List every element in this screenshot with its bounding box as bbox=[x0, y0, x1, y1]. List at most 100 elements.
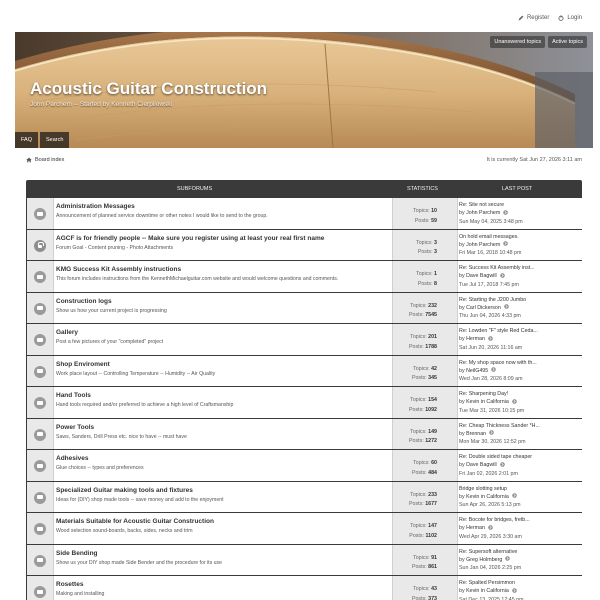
topics-count: 91 bbox=[431, 554, 437, 561]
forum-title-link[interactable]: Specialized Guitar making tools and fixt… bbox=[56, 487, 391, 494]
last-post-title-link[interactable]: Re: Bocote for bridges, fretb... bbox=[459, 516, 582, 524]
last-post-user-link[interactable]: Herman bbox=[466, 336, 485, 342]
forum-icon-cell bbox=[27, 198, 54, 229]
last-post-title-link[interactable]: Re: Double sided tape cheaper bbox=[459, 453, 582, 461]
forum-title-link[interactable]: Shop Enviroment bbox=[56, 361, 391, 368]
site-title[interactable]: Acoustic Guitar Construction bbox=[30, 79, 267, 99]
goto-last-post-icon[interactable] bbox=[503, 210, 508, 215]
topics-count: 42 bbox=[431, 365, 437, 372]
last-post-title-link[interactable]: Re: Sharpening Day! bbox=[459, 390, 582, 398]
forum-title-link[interactable]: Side Bending bbox=[56, 550, 391, 557]
posts-count: 484 bbox=[428, 469, 437, 476]
forum-title-link[interactable]: Administration Messages bbox=[56, 203, 391, 210]
last-post-cell: Re: Bocote for bridges, fretb... by Herma… bbox=[458, 513, 582, 544]
register-link[interactable]: Register bbox=[518, 15, 549, 21]
column-statistics: STATISTICS bbox=[407, 186, 438, 192]
topics-count: 3 bbox=[434, 239, 437, 246]
forum-title-link[interactable]: Hand Tools bbox=[56, 392, 391, 399]
table-row: AGCF is for friendly people -- Make sure… bbox=[27, 228, 582, 260]
last-post-user-link[interactable]: John Parchem bbox=[466, 210, 500, 216]
last-post-title-link[interactable]: Re: Lowden "F" style Red Ceda... bbox=[459, 327, 582, 335]
topics-label: Topics: bbox=[416, 239, 433, 246]
forum-description: Glue choices -- types and preferences bbox=[56, 465, 144, 471]
last-post-title-link[interactable]: Re: Supersoft alternative bbox=[459, 548, 582, 556]
forum-read-icon bbox=[34, 460, 46, 472]
login-link[interactable]: Login bbox=[558, 15, 582, 21]
last-post-title-link[interactable]: Re: Cheap Thickness Sander *H... bbox=[459, 422, 582, 430]
last-post-user-link[interactable]: Brennan bbox=[466, 431, 486, 437]
last-post-title-link[interactable]: Re: Spalted Persimmon bbox=[459, 579, 582, 587]
goto-last-post-icon[interactable] bbox=[488, 336, 493, 341]
goto-last-post-icon[interactable] bbox=[489, 430, 494, 436]
forum-stats: Topics: 233 Posts: 1677 bbox=[392, 481, 458, 512]
last-post-user-link[interactable]: Dave Bagwill bbox=[466, 462, 497, 468]
pencil-icon bbox=[518, 15, 524, 21]
goto-last-post-icon[interactable] bbox=[505, 556, 511, 562]
last-post-user-link[interactable]: John Parchem bbox=[466, 242, 500, 248]
forum-title-link[interactable]: AGCF is for friendly people -- Make sure… bbox=[56, 235, 391, 242]
last-post-title-link[interactable]: Bridge slotting setup bbox=[459, 485, 582, 493]
last-post-user-link[interactable]: Kevin in California bbox=[466, 494, 509, 500]
goto-last-post-icon[interactable] bbox=[499, 462, 505, 467]
unanswered-topics-link[interactable]: Unanswered topics bbox=[490, 36, 546, 48]
last-post-user-link[interactable]: Herman bbox=[466, 525, 485, 531]
table-row: Power Tools Saws, Sanders, Drill Press et… bbox=[27, 417, 582, 449]
last-post-user-link[interactable]: Dave Bagwill bbox=[466, 273, 497, 279]
forum-description: Post a few pictures of your "completed" … bbox=[56, 339, 164, 345]
goto-last-post-icon[interactable] bbox=[499, 273, 505, 278]
faq-button[interactable]: FAQ bbox=[15, 132, 39, 148]
last-post-title-link[interactable]: Re: Success Kit Assembly inst... bbox=[459, 264, 582, 272]
forum-title-link[interactable]: Rosettes bbox=[56, 581, 391, 588]
forum-title-link[interactable]: Gallery bbox=[56, 329, 391, 336]
forum-stats: Topics: 10 Posts: 59 bbox=[392, 198, 458, 229]
last-post-date: Wed Apr 29, 2026 3:30 am bbox=[459, 533, 522, 540]
posts-count: 1092 bbox=[425, 406, 437, 413]
goto-last-post-icon[interactable] bbox=[491, 367, 496, 373]
forum-title-link[interactable]: Materials Suitable for Acoustic Guitar C… bbox=[56, 518, 391, 525]
table-row: Side Bending Show us your DIY shop made S… bbox=[27, 543, 582, 575]
goto-last-post-icon[interactable] bbox=[512, 493, 517, 499]
breadcrumb[interactable]: Board index bbox=[26, 157, 64, 163]
forum-stats: Topics: 60 Posts: 484 bbox=[392, 450, 458, 481]
last-post-user-link[interactable]: Greg Holmberg bbox=[466, 557, 502, 563]
forum-stats: Topics: 42 Posts: 345 bbox=[392, 355, 458, 386]
table-row: Administration Messages Announcement of p… bbox=[27, 197, 582, 229]
forum-title-link[interactable]: Power Tools bbox=[56, 424, 391, 431]
goto-last-post-icon[interactable] bbox=[512, 588, 517, 593]
board-index-link[interactable]: Board index bbox=[35, 157, 64, 163]
last-post-cell: On hold email messages. by John Parchem Fr… bbox=[458, 229, 582, 260]
site-banner: Unanswered topics Active topics Acoustic… bbox=[15, 32, 593, 148]
last-post-date: Mon Mar 30, 2026 12:52 pm bbox=[459, 439, 526, 446]
last-post-title-link[interactable]: Re: My shop space now with th... bbox=[459, 359, 582, 367]
forum-info: Side Bending Show us your DIY shop made S… bbox=[55, 544, 391, 575]
forum-title-link[interactable]: Construction logs bbox=[56, 298, 391, 305]
posts-label: Posts: bbox=[411, 564, 427, 570]
by-label: by bbox=[459, 430, 465, 437]
forum-read-icon bbox=[34, 554, 46, 567]
forum-title-link[interactable]: KMG Success Kit Assembly instructions bbox=[56, 266, 391, 273]
last-post-title-link[interactable]: Re: Starting the J200 Jumbo bbox=[459, 296, 582, 304]
last-post-date: Wed Jan 28, 2026 8:09 am bbox=[459, 376, 523, 383]
last-post-user-link[interactable]: Kevin in California bbox=[466, 588, 509, 594]
goto-last-post-icon[interactable] bbox=[503, 241, 508, 247]
topics-count: 1 bbox=[434, 271, 437, 277]
last-post-user-link[interactable]: NeilG495 bbox=[466, 368, 488, 374]
forum-icon-cell bbox=[27, 418, 54, 449]
active-topics-link[interactable]: Active topics bbox=[548, 36, 587, 48]
forum-title-link[interactable]: Adhesives bbox=[56, 455, 391, 462]
last-post-author: by Kevin in California bbox=[459, 398, 582, 406]
search-button[interactable]: Search bbox=[40, 132, 70, 148]
topics-label: Topics: bbox=[413, 365, 430, 372]
goto-last-post-icon[interactable] bbox=[512, 399, 517, 404]
goto-last-post-icon[interactable] bbox=[488, 525, 493, 530]
forum-info: Power Tools Saws, Sanders, Drill Press et… bbox=[55, 418, 391, 449]
posts-count: 861 bbox=[428, 564, 437, 570]
forum-read-icon bbox=[34, 491, 46, 504]
last-post-date: Sat Jun 20, 2026 11:16 am bbox=[459, 344, 523, 351]
last-post-title-link[interactable]: On hold email messages. bbox=[459, 233, 582, 241]
last-post-user-link[interactable]: Carl Dickerson bbox=[466, 305, 501, 311]
last-post-date: Fri Mar 16, 2018 10:48 pm bbox=[459, 250, 522, 257]
goto-last-post-icon[interactable] bbox=[504, 304, 509, 310]
last-post-title-link[interactable]: Re: Site not secure bbox=[459, 201, 582, 209]
last-post-user-link[interactable]: Kevin in California bbox=[466, 399, 509, 405]
